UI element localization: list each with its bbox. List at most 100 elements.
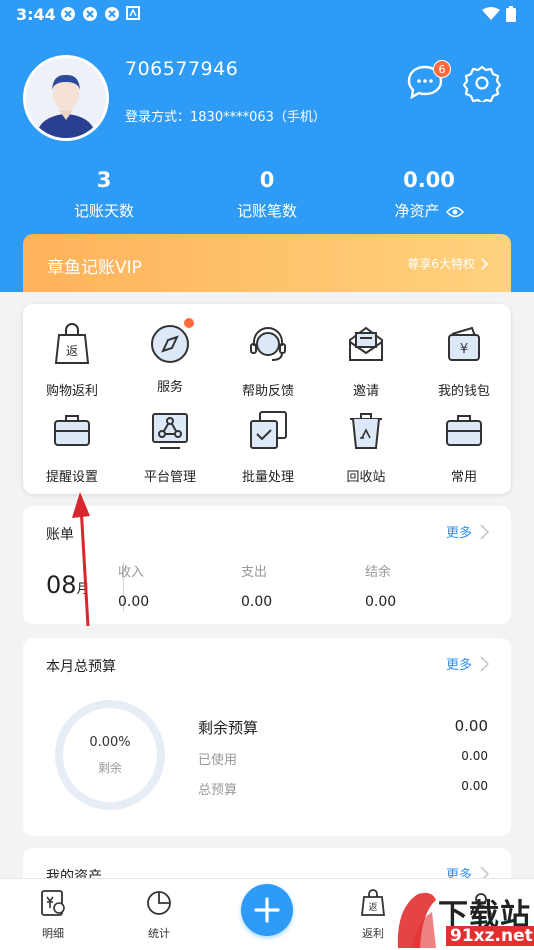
budget-total-row: 总预算 0.00 [198, 779, 488, 798]
budget-used-label: 已使用 [198, 753, 238, 768]
grid-item-service[interactable]: 服务 [121, 318, 219, 395]
bill-balance: 结余 0.00 [365, 561, 396, 610]
budget-title: 本月总预算 [46, 659, 116, 675]
wallet-icon: ¥ [448, 326, 480, 361]
chevron-right-icon [480, 655, 489, 672]
grid-item-invite[interactable]: 邀请 [317, 322, 415, 399]
grid-item-common[interactable]: 常用 [415, 408, 513, 485]
grid-item-label: 购物返利 [45, 384, 98, 399]
grid-item-recycle-bin[interactable]: 回收站 [317, 408, 415, 485]
avatar[interactable] [23, 55, 109, 141]
headset-icon [250, 327, 286, 361]
stat-record-count[interactable]: 0 记账笔数 [192, 168, 342, 221]
chevron-right-icon [481, 257, 489, 270]
budget-more-link[interactable]: 更多 [446, 654, 489, 673]
annotation-arrow [72, 492, 90, 627]
status-bar: 3:44 [0, 0, 534, 30]
budget-ring-label: 剩余 [97, 761, 122, 775]
budget-total-value: 0.00 [461, 779, 488, 793]
nav-label: 统计 [148, 927, 170, 940]
grid-item-label: 邀请 [352, 384, 379, 399]
vip-title: 章鱼记账VIP [47, 258, 142, 278]
bill-col-value: 0.00 [365, 594, 397, 610]
svg-text:¥: ¥ [460, 342, 468, 357]
grid-item-help-feedback[interactable]: 帮助反馈 [219, 322, 317, 399]
bill-income: 收入 0.00 [118, 561, 149, 610]
bill-col-value: 0.00 [241, 594, 273, 610]
vip-subtitle: 尊享6大特权 [407, 257, 475, 271]
app-notification-icon [126, 6, 140, 20]
notification-icon [83, 7, 97, 21]
recycle-bin-icon [350, 413, 382, 449]
bill-expense: 支出 0.00 [241, 561, 272, 610]
stat-label-row: 净资产 [354, 200, 504, 221]
grid-item-reminder-settings[interactable]: 提醒设置 [23, 408, 121, 485]
eye-icon[interactable] [445, 206, 464, 218]
settings-gear-icon[interactable] [463, 64, 501, 102]
notification-icon [105, 7, 119, 21]
vip-banner[interactable]: 章鱼记账VIP 尊享6大特权 [23, 234, 511, 292]
stat-value: 0.00 [403, 168, 455, 192]
grid-item-label: 服务 [156, 380, 183, 395]
briefcase-icon [54, 415, 90, 446]
bill-col-label: 支出 [241, 565, 268, 580]
bill-col-label: 结余 [365, 565, 392, 580]
watermark-url: 91xz.net [446, 926, 534, 946]
budget-ring [55, 700, 165, 810]
add-record-button[interactable] [241, 884, 293, 936]
grid-item-batch-processing[interactable]: 批量处理 [219, 408, 317, 485]
grid-item-shopping-rebate[interactable]: 返 购物返利 [23, 322, 121, 399]
bill-col-label: 收入 [118, 565, 145, 580]
stat-record-days[interactable]: 3 记账天数 [29, 168, 179, 221]
stat-value: 3 [96, 168, 112, 192]
budget-remaining-row: 剩余预算 0.00 [198, 717, 488, 738]
shopping-bag-icon: 返 [54, 323, 90, 364]
budget-total-label: 总预算 [198, 783, 238, 798]
grid-item-platform-management[interactable]: 平台管理 [121, 408, 219, 485]
status-notification-icons [60, 6, 140, 22]
chevron-right-icon [480, 523, 489, 540]
batch-check-icon [250, 411, 287, 449]
profile-header: 3:44 706577946 登录方式：1830****063（手机） 6 3 … [0, 0, 534, 292]
svg-text:返: 返 [368, 901, 377, 913]
grid-item-label: 我的钱包 [437, 384, 490, 399]
svg-text:返: 返 [66, 344, 78, 358]
grid-item-label: 回收站 [346, 470, 386, 485]
stat-label: 记账天数 [73, 202, 134, 220]
user-id[interactable]: 706577946 [125, 58, 238, 80]
vip-privileges-link[interactable]: 尊享6大特权 [407, 255, 489, 272]
grid-item-label: 平台管理 [143, 470, 196, 485]
bill-more-link[interactable]: 更多 [446, 522, 489, 541]
grid-icon-wrap [148, 318, 194, 366]
nav-item-details[interactable]: 明细 [18, 889, 88, 941]
stat-label: 记账笔数 [236, 202, 297, 220]
wifi-icon [482, 7, 500, 20]
nav-item-statistics[interactable]: 统计 [124, 889, 194, 941]
pie-chart-icon [147, 891, 171, 915]
budget-used-value: 0.00 [461, 749, 488, 763]
grid-item-label: 常用 [450, 470, 477, 485]
more-label: 更多 [445, 658, 472, 673]
budget-card[interactable]: 本月总预算 更多 0.00% 剩余 剩余预算 0.00 已使用 0.00 总预算… [23, 638, 511, 836]
nav-label: 明细 [42, 927, 64, 940]
notification-dot [184, 318, 194, 328]
budget-used-row: 已使用 0.00 [198, 749, 488, 768]
stat-net-assets[interactable]: 0.00 净资产 [354, 168, 504, 221]
battery-icon [506, 6, 516, 22]
toolbox-icon [446, 415, 482, 446]
budget-ring-percent: 0.00% [89, 735, 131, 750]
status-time: 3:44 [16, 5, 56, 24]
grid-item-label: 帮助反馈 [241, 384, 294, 399]
rebate-bag-icon: 返 [360, 889, 386, 916]
stat-label: 净资产 [394, 202, 440, 220]
notification-icon [61, 7, 75, 21]
envelope-icon [349, 326, 383, 361]
stat-value: 0 [259, 168, 275, 192]
budget-remaining-value: 0.00 [454, 717, 488, 735]
grid-item-label: 批量处理 [241, 470, 294, 485]
ledger-icon [41, 890, 65, 916]
message-badge: 6 [433, 60, 451, 78]
avatar-person-icon [26, 58, 106, 138]
grid-item-wallet[interactable]: ¥ 我的钱包 [415, 322, 513, 399]
platform-icon [152, 413, 188, 449]
